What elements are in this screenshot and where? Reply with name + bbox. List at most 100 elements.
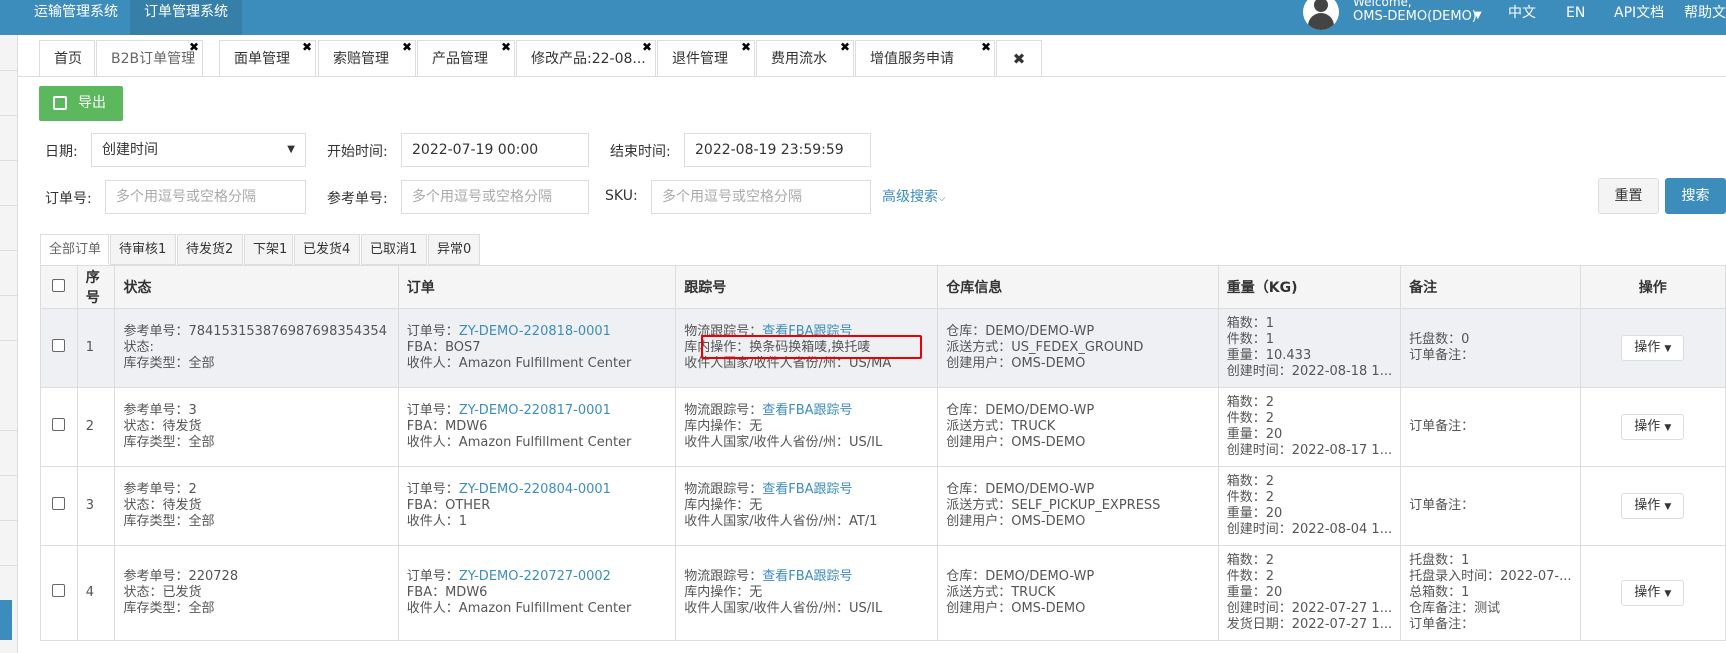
- nav-transport-system[interactable]: 运输管理系统: [20, 0, 132, 35]
- tab-home[interactable]: 首页: [39, 40, 95, 76]
- close-icon[interactable]: ✖: [981, 29, 991, 65]
- caret-down-icon: ▼: [1664, 344, 1672, 354]
- row-action-button[interactable]: 操作 ▼: [1621, 414, 1685, 440]
- row-order: 订单号：ZY-DEMO-220817-0001 FBA：MDW6 收件人：Amazo…: [397, 387, 677, 467]
- close-icon[interactable]: ✖: [189, 29, 199, 65]
- row-remark: 订单备注：: [1400, 387, 1581, 467]
- status-tab-exception[interactable]: 异常0: [428, 234, 480, 265]
- status-tab-unshelved[interactable]: 下架1: [244, 234, 293, 265]
- order-line: 收件人：Amazon Fulfillment Center: [406, 356, 632, 371]
- advanced-search-link[interactable]: 高级搜索⌵: [882, 186, 946, 206]
- row-checkbox[interactable]: [52, 418, 66, 431]
- order-no-label: 订单号:: [45, 191, 92, 207]
- table-header-row: 序号 状态 订单 跟踪号 仓库信息 重量（KG) 备注 操作: [40, 265, 1726, 309]
- tab-claims[interactable]: 索赔管理 ✖: [318, 40, 416, 76]
- status-line: 状态：待发货: [123, 498, 202, 513]
- tab-edit-product[interactable]: 修改产品:22-08... ✖: [516, 40, 656, 76]
- warehouse-line: 创建用户：OMS-DEMO: [946, 356, 1086, 371]
- view-fba-tracking-link[interactable]: 查看FBA跟踪号: [762, 569, 852, 584]
- order-link[interactable]: ZY-DEMO-220818-0001: [459, 324, 611, 339]
- close-icon[interactable]: ✖: [840, 29, 850, 65]
- table-row: 3 参考单号：2 状态：待发货 库存类型：全部 订单号：ZY-DEMO-220804…: [40, 466, 1726, 546]
- order-label: 订单号：: [406, 403, 459, 418]
- row-action-button[interactable]: 操作 ▼: [1621, 335, 1685, 361]
- sku-input[interactable]: 多个用逗号或空格分隔: [651, 180, 871, 214]
- status-tab-pending-ship[interactable]: 待发货2: [177, 234, 243, 265]
- row-checkbox[interactable]: [52, 584, 66, 597]
- order-link[interactable]: ZY-DEMO-220727-0002: [459, 569, 611, 584]
- order-link[interactable]: ZY-DEMO-220804-0001: [459, 482, 611, 497]
- caret-down-icon[interactable]: ▼: [1474, 10, 1482, 21]
- warehouse-line: 仓库：DEMO/DEMO-WP: [946, 569, 1095, 584]
- export-button[interactable]: 导出: [39, 86, 123, 121]
- close-icon[interactable]: ✖: [402, 29, 412, 65]
- close-icon[interactable]: ✖: [642, 29, 652, 65]
- tab-value-added[interactable]: 增值服务申请 ✖: [855, 40, 995, 76]
- row-select-cell: [40, 466, 78, 546]
- view-fba-tracking-link[interactable]: 查看FBA跟踪号: [762, 403, 852, 418]
- lang-en-link[interactable]: EN: [1566, 0, 1585, 28]
- tab-b2b-orders[interactable]: B2B订单管理 ✖: [96, 40, 203, 76]
- caret-down-icon: ▼: [1664, 502, 1672, 512]
- close-icon[interactable]: ✖: [302, 29, 312, 65]
- order-no-input[interactable]: 多个用逗号或空格分隔: [105, 180, 306, 214]
- tab-fees[interactable]: 费用流水 ✖: [756, 40, 854, 76]
- reset-button[interactable]: 重置: [1598, 178, 1659, 214]
- date-type-select[interactable]: 创建时间 ▼: [91, 133, 306, 167]
- tab-label-management[interactable]: 面单管理 ✖: [219, 40, 316, 76]
- view-fba-tracking-link[interactable]: 查看FBA跟踪号: [762, 482, 852, 497]
- row-checkbox[interactable]: [52, 339, 66, 352]
- order-label: 订单号：: [406, 482, 459, 497]
- highlight-annotation-box: [701, 335, 922, 359]
- row-select-cell: [40, 545, 78, 641]
- lang-zh-link[interactable]: 中文: [1508, 0, 1536, 28]
- help-link[interactable]: 帮助文: [1684, 0, 1726, 28]
- table-row: 4 参考单号：220728 状态：已发货 库存类型：全部 订单号：ZY-DEMO-2…: [40, 545, 1726, 641]
- close-icon[interactable]: ✖: [501, 29, 511, 65]
- row-warehouse: 仓库：DEMO/DEMO-WP 派送方式：TRUCK 创建用户：OMS-DEMO: [937, 545, 1219, 641]
- weight-line: 创建时间：2022-08-04 1...: [1226, 522, 1393, 537]
- tab-products[interactable]: 产品管理 ✖: [417, 40, 515, 76]
- status-tab-all[interactable]: 全部订单: [40, 234, 109, 265]
- user-menu[interactable]: OMS-DEMO(DEMO): [1353, 10, 1477, 24]
- start-time-input[interactable]: 2022-07-19 00:00: [401, 133, 589, 167]
- row-actions: 操作 ▼: [1579, 308, 1726, 388]
- tracking-line: 收件人国家/收件人省份/州：US/IL: [684, 601, 883, 616]
- row-action-button[interactable]: 操作 ▼: [1621, 580, 1685, 606]
- export-label: 导出: [78, 95, 106, 111]
- order-line: FBA：MDW6: [406, 585, 488, 600]
- select-all-checkbox[interactable]: [52, 278, 66, 292]
- col-header-weight: 重量（KG): [1217, 265, 1402, 309]
- order-label: 订单号：: [406, 324, 459, 339]
- status-tab-pending-review[interactable]: 待审核1: [110, 234, 176, 265]
- status-tab-cancelled[interactable]: 已取消1: [361, 234, 427, 265]
- status-line: 状态：待发货: [123, 419, 202, 434]
- row-actions: 操作 ▼: [1579, 545, 1726, 641]
- end-time-label: 结束时间:: [610, 144, 671, 160]
- tab-label: 退件管理: [672, 51, 728, 67]
- order-link[interactable]: ZY-DEMO-220817-0001: [459, 403, 611, 418]
- export-icon: [53, 96, 67, 110]
- status-line: 库存类型：全部: [123, 601, 215, 616]
- search-button[interactable]: 搜索: [1665, 178, 1726, 214]
- order-line: 收件人：Amazon Fulfillment Center: [406, 601, 632, 616]
- close-all-tabs-icon[interactable]: ✖: [996, 40, 1042, 76]
- status-line: 库存类型：全部: [123, 514, 215, 529]
- weight-line: 创建时间：2022-08-18 1...: [1226, 364, 1393, 379]
- nav-order-system[interactable]: 订单管理系统: [130, 0, 242, 35]
- weight-line: 件数：2: [1226, 569, 1275, 584]
- sidebar-active-item[interactable]: [0, 600, 12, 640]
- ref-no-input[interactable]: 多个用逗号或空格分隔: [401, 180, 589, 214]
- sku-label: SKU:: [605, 188, 638, 204]
- row-checkbox[interactable]: [52, 497, 66, 510]
- end-time-input[interactable]: 2022-08-19 23:59:59: [684, 133, 871, 167]
- api-docs-link[interactable]: API文档: [1614, 0, 1664, 28]
- remark-line: 订单备注：: [1409, 617, 1475, 632]
- row-action-button[interactable]: 操作 ▼: [1621, 493, 1685, 519]
- row-weight: 箱数：1 件数：1 重量：10.433 创建时间：2022-08-18 1...: [1217, 308, 1402, 388]
- status-tab-shipped[interactable]: 已发货4: [294, 234, 360, 265]
- tab-returns[interactable]: 退件管理 ✖: [657, 40, 755, 76]
- avatar[interactable]: [1303, 0, 1339, 30]
- col-header-warehouse: 仓库信息: [937, 265, 1219, 309]
- close-icon[interactable]: ✖: [741, 29, 751, 65]
